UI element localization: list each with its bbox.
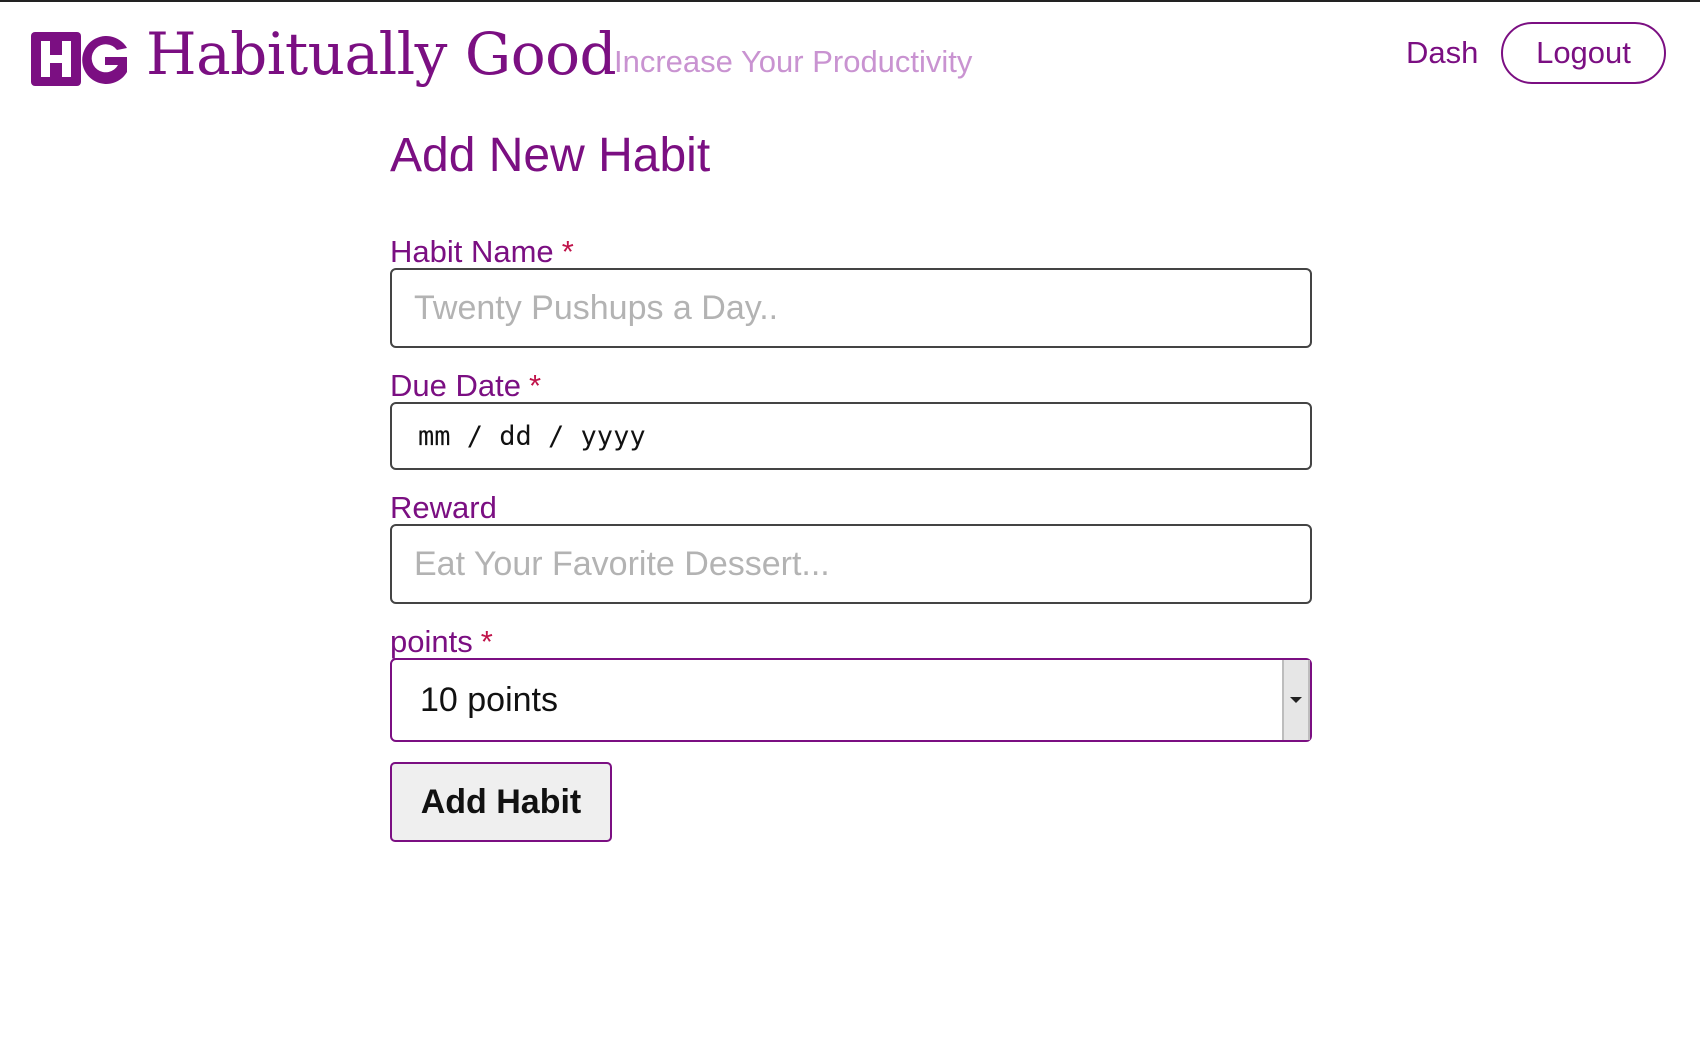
add-habit-form: Add New Habit Habit Name* Due Date* mm /… [390, 129, 1312, 842]
due-date-label: Due Date * [390, 368, 541, 404]
required-marker: * [561, 234, 574, 269]
required-marker: * [528, 368, 542, 403]
logout-button[interactable]: Logout [1501, 22, 1666, 84]
habit-name-input[interactable] [390, 268, 1312, 348]
reward-label: Reward [390, 490, 497, 526]
chevron-down-icon [1290, 697, 1302, 703]
page-title: Add New Habit [390, 129, 711, 182]
brand-tagline: Increase Your Productivity [614, 44, 973, 79]
app-header: Habitually Good Increase Your Productivi… [0, 2, 1700, 102]
points-select[interactable]: 10 points [390, 658, 1312, 742]
reward-input[interactable] [390, 524, 1312, 604]
points-label-text: points [390, 624, 473, 659]
required-marker: * [480, 624, 493, 659]
brand-title: Habitually Good [146, 20, 617, 88]
due-date-label-text: Due Date [390, 368, 521, 403]
points-label: points * [390, 624, 493, 660]
habit-name-label-text: Habit Name [390, 234, 554, 269]
habit-name-label: Habit Name * [390, 234, 574, 270]
hg-logo-icon[interactable] [31, 32, 131, 86]
add-habit-button[interactable]: Add Habit [390, 762, 612, 842]
due-date-format: mm / dd / yyyy [418, 420, 646, 452]
due-date-input[interactable]: mm / dd / yyyy [390, 402, 1312, 470]
nav-dash-link[interactable]: Dash [1406, 35, 1478, 71]
reward-label-text: Reward [390, 490, 497, 525]
points-select-value: 10 points [420, 680, 558, 719]
logout-button-label: Logout [1536, 35, 1631, 70]
dropdown-toggle[interactable] [1282, 660, 1310, 740]
